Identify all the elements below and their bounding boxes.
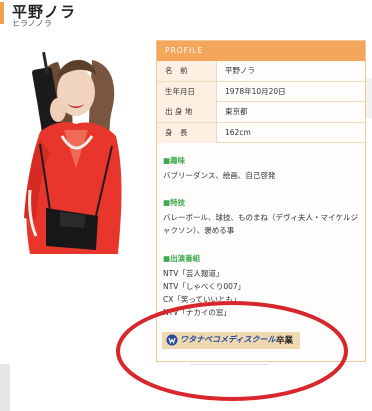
info-key: 出 身 地	[157, 102, 217, 122]
skill-line: バレーボール、球技、ものまね（デヴィ夫人・マイケルジャクソン）、褒める事	[163, 213, 358, 235]
talent-name-kana: ヒラノノラ	[12, 19, 52, 28]
hobby-line: バブリーダンス、絵画、自己啓発	[163, 171, 276, 180]
profile-photo-illustration	[0, 40, 145, 254]
section-title-appearances: ■出演番組	[163, 254, 201, 263]
info-row-birthplace: 出 身 地 東京都	[157, 102, 365, 123]
section-title-skill: ■特技	[163, 198, 186, 207]
red-circle-annotation	[116, 301, 348, 401]
info-value: 平野ノラ	[225, 66, 255, 75]
info-value: 162cm	[225, 127, 251, 137]
info-key: 名 前	[157, 61, 217, 81]
info-row-height: 身 長 162cm	[157, 122, 365, 143]
section-skill: ■特技 バレーボール、球技、ものまね（デヴィ夫人・マイケルジャクソン）、褒める事	[163, 197, 363, 237]
page-left-edge	[0, 364, 10, 411]
info-row-name: 名 前 平野ノラ	[157, 61, 365, 82]
appearance-item: NTV「芸人報道」	[163, 269, 224, 278]
appearance-item: NTV「しゃべくり007」	[163, 282, 246, 291]
section-title-hobby: ■趣味	[163, 156, 186, 165]
profile-header: PROFILE	[157, 41, 365, 61]
profile-photo	[0, 40, 145, 254]
info-key: 身 長	[157, 122, 217, 143]
section-text-skill: バレーボール、球技、ものまね（デヴィ夫人・マイケルジャクソン）、褒める事	[163, 211, 363, 237]
info-value: 東京都	[225, 107, 248, 116]
section-hobby: ■趣味 バブリーダンス、絵画、自己啓発	[163, 155, 363, 182]
info-key: 生年月日	[157, 81, 217, 102]
profile-info-table: 名 前 平野ノラ 生年月日 1978年10月20日 出 身 地 東京都 身 長 …	[157, 61, 365, 143]
talent-name-header: 平野ノラ ヒラノノラ	[0, 0, 372, 32]
info-row-birthday: 生年月日 1978年10月20日	[157, 81, 365, 102]
info-value: 1978年10月20日	[225, 86, 286, 96]
page-side-edge	[366, 78, 372, 118]
section-text-hobby: バブリーダンス、絵画、自己啓発	[163, 169, 363, 182]
header-accent-bar	[0, 2, 4, 24]
